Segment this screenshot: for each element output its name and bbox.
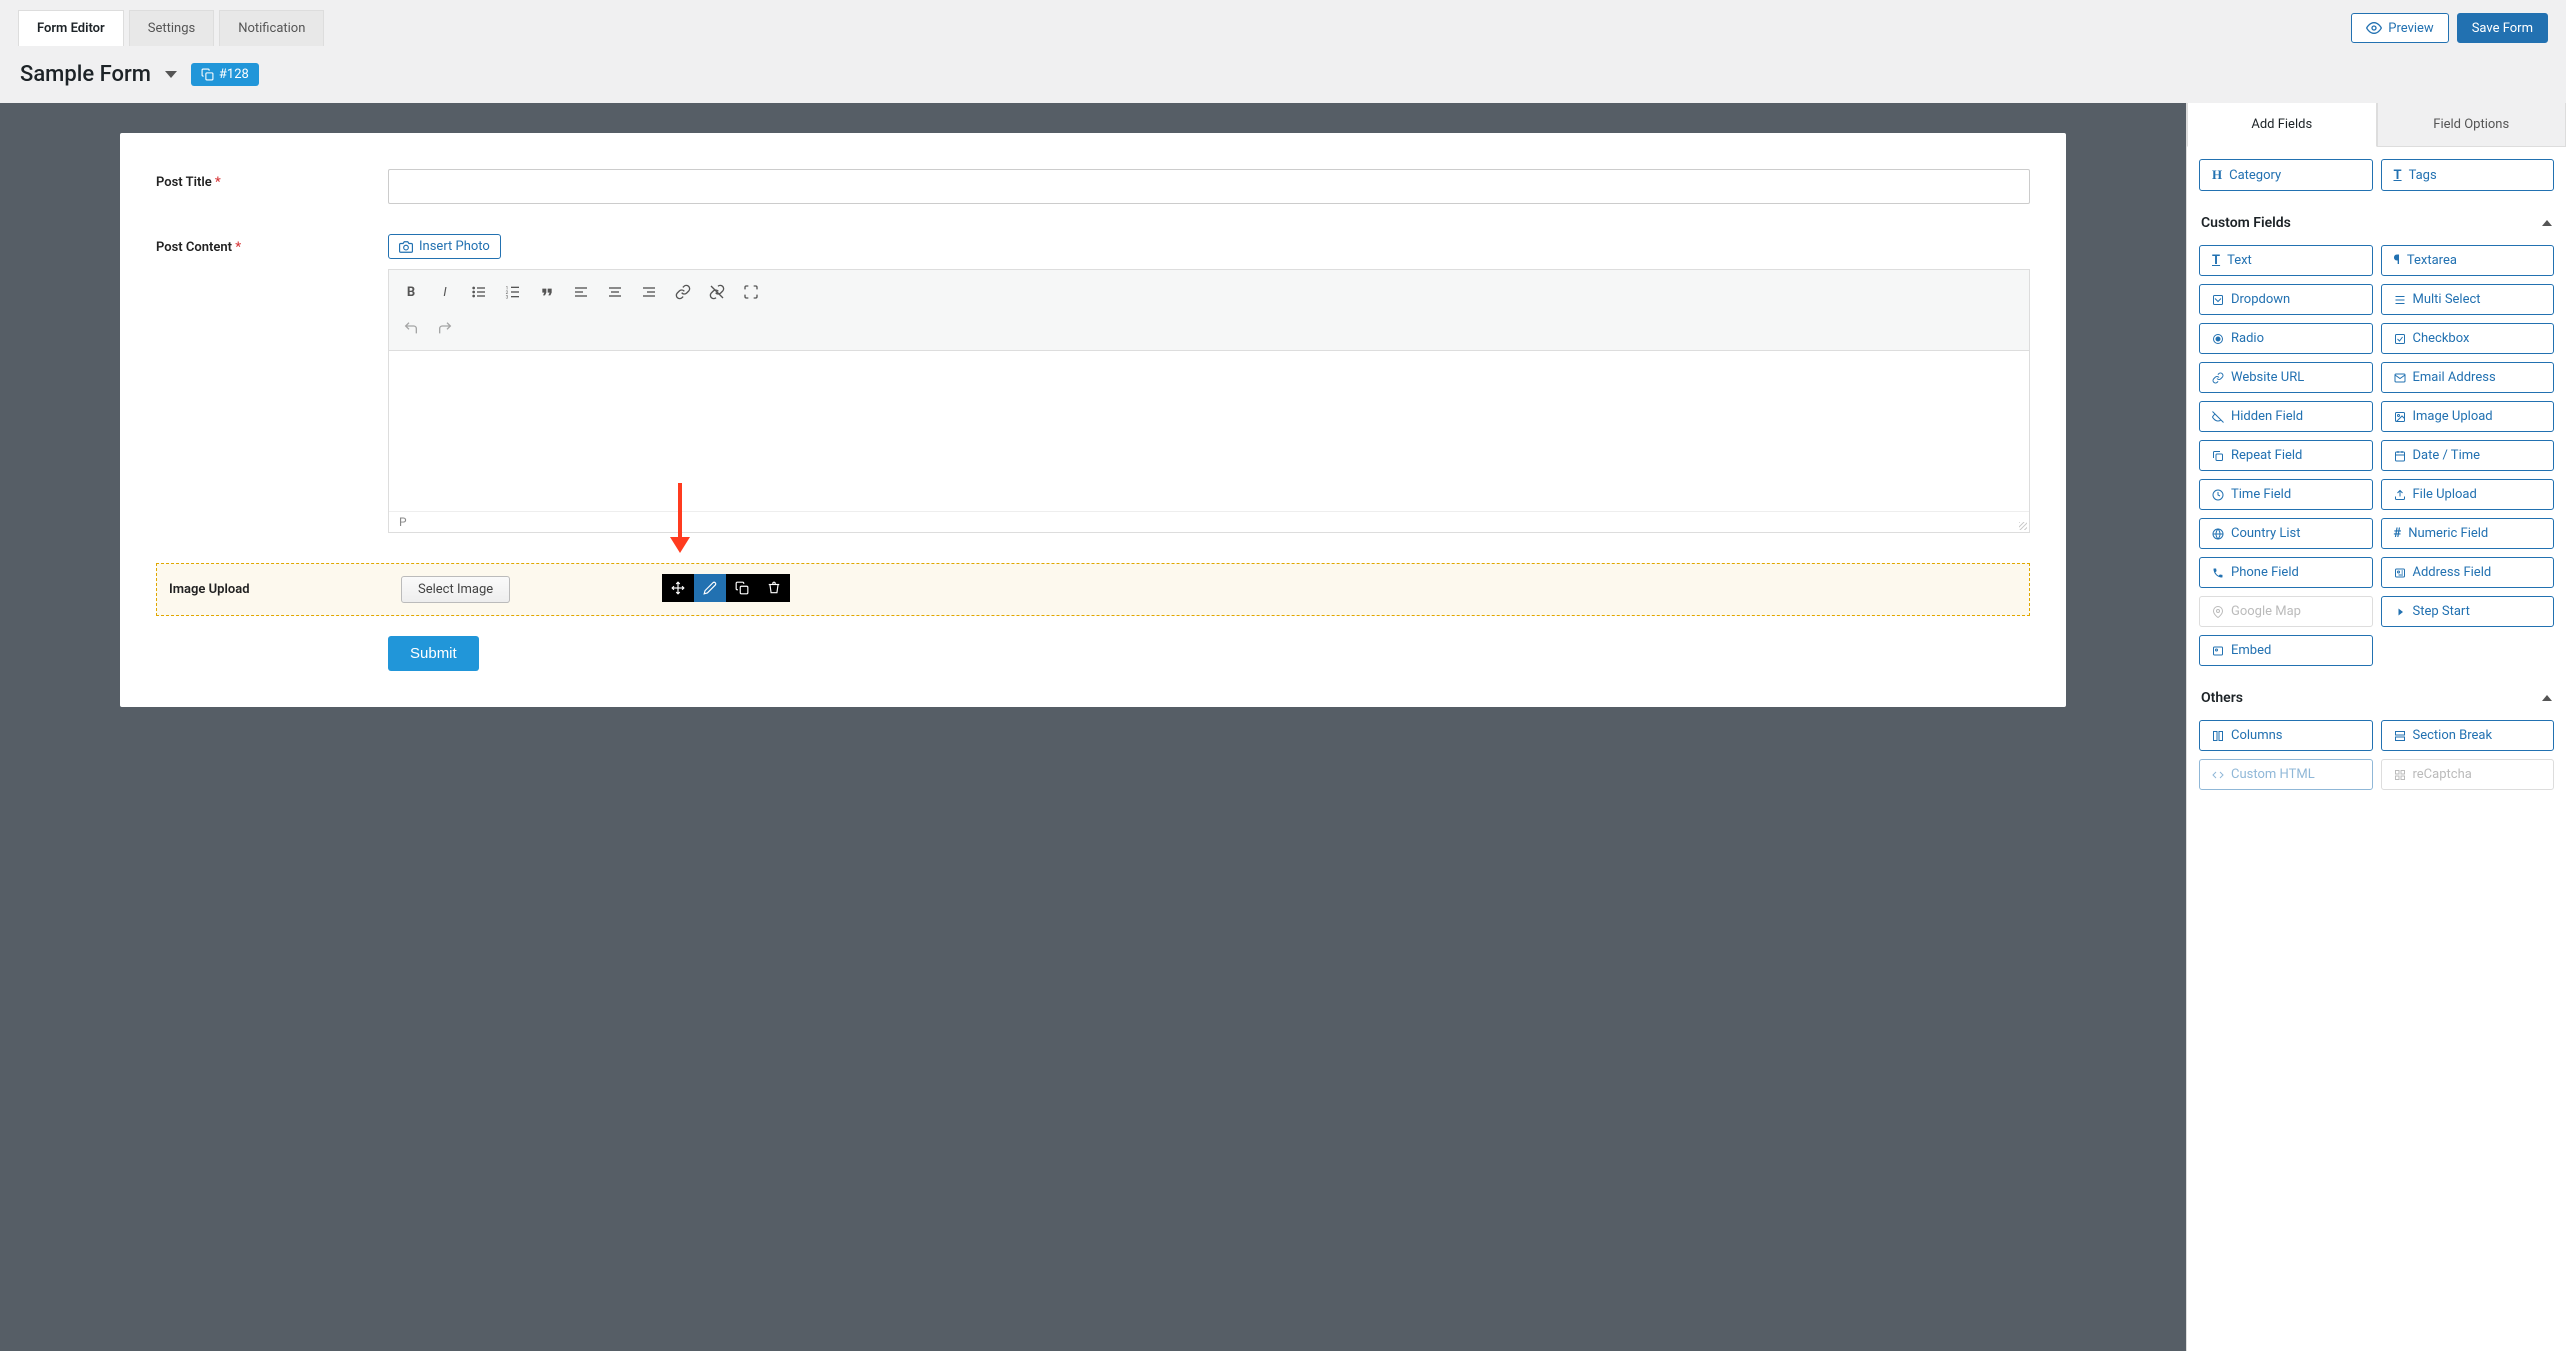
delete-tool[interactable] <box>758 574 790 602</box>
field-toolbar <box>662 574 790 602</box>
post-title-field: Post Title * <box>156 169 2030 204</box>
unlink-button[interactable] <box>701 276 733 308</box>
field-hidden[interactable]: Hidden Field <box>2199 401 2373 432</box>
field-checkbox[interactable]: Checkbox <box>2381 323 2555 354</box>
preview-button[interactable]: Preview <box>2351 13 2448 43</box>
field-dropdown[interactable]: Dropdown <box>2199 284 2373 315</box>
form-id-badge[interactable]: #128 <box>191 63 259 86</box>
field-time[interactable]: Time Field <box>2199 479 2373 510</box>
svg-text:3: 3 <box>506 295 509 300</box>
field-url[interactable]: Website URL <box>2199 362 2373 393</box>
link-button[interactable] <box>667 276 699 308</box>
field-embed[interactable]: Embed <box>2199 635 2373 666</box>
custom-fields-section-toggle[interactable]: Custom Fields <box>2199 207 2554 245</box>
field-step-start[interactable]: Step Start <box>2381 596 2555 627</box>
required-marker: * <box>215 175 221 190</box>
sidebar: Add Fields Field Options HCategory TTags… <box>2186 103 2566 1351</box>
field-repeat[interactable]: Repeat Field <box>2199 440 2373 471</box>
field-custom-html[interactable]: Custom HTML <box>2199 759 2373 790</box>
post-content-label: Post Content <box>156 240 232 255</box>
form-title: Sample Form <box>20 62 151 87</box>
post-title-input[interactable] <box>388 169 2030 204</box>
others-section-toggle[interactable]: Others <box>2199 682 2554 720</box>
insert-photo-button[interactable]: Insert Photo <box>388 234 501 259</box>
field-country[interactable]: Country List <box>2199 518 2373 549</box>
field-columns[interactable]: Columns <box>2199 720 2373 751</box>
tab-notification[interactable]: Notification <box>219 10 324 46</box>
field-address[interactable]: Address Field <box>2381 557 2555 588</box>
post-title-label: Post Title <box>156 175 212 190</box>
bold-button[interactable]: B <box>395 276 427 308</box>
eye-icon <box>2366 20 2382 36</box>
editor-path: P <box>389 511 2029 532</box>
field-phone[interactable]: Phone Field <box>2199 557 2373 588</box>
select-image-button[interactable]: Select Image <box>401 576 510 603</box>
field-numeric[interactable]: #Numeric Field <box>2381 518 2555 549</box>
duplicate-tool[interactable] <box>726 574 758 602</box>
insert-photo-label: Insert Photo <box>419 239 490 254</box>
image-upload-label: Image Upload <box>169 582 401 597</box>
field-datetime[interactable]: Date / Time <box>2381 440 2555 471</box>
editor-textarea[interactable] <box>389 351 2029 511</box>
preview-label: Preview <box>2388 21 2433 36</box>
redo-button[interactable] <box>429 312 461 344</box>
chevron-down-icon[interactable] <box>165 71 177 78</box>
numbered-list-button[interactable]: 123 <box>497 276 529 308</box>
add-fields-tab[interactable]: Add Fields <box>2187 103 2377 147</box>
tab-form-editor[interactable]: Form Editor <box>18 10 124 46</box>
tab-settings[interactable]: Settings <box>129 10 214 46</box>
field-email[interactable]: Email Address <box>2381 362 2555 393</box>
image-upload-field[interactable]: Image Upload Select Image <box>156 563 2030 616</box>
editor-toolbar: B I 123 <box>389 270 2029 351</box>
form-id-text: #128 <box>219 67 249 82</box>
field-text[interactable]: TText <box>2199 245 2373 276</box>
form-canvas: Post Title * Post Content * Insert Photo… <box>0 103 2186 1351</box>
chevron-up-icon <box>2542 695 2552 701</box>
field-radio[interactable]: Radio <box>2199 323 2373 354</box>
align-left-button[interactable] <box>565 276 597 308</box>
field-image-upload[interactable]: Image Upload <box>2381 401 2555 432</box>
nav-tabs: Form Editor Settings Notification <box>18 10 329 46</box>
required-marker: * <box>235 240 241 255</box>
save-form-button[interactable]: Save Form <box>2457 13 2548 43</box>
field-options-tab[interactable]: Field Options <box>2377 103 2566 147</box>
bullet-list-button[interactable] <box>463 276 495 308</box>
camera-icon <box>399 240 413 254</box>
align-center-button[interactable] <box>599 276 631 308</box>
undo-button[interactable] <box>395 312 427 344</box>
chevron-up-icon <box>2542 220 2552 226</box>
field-textarea[interactable]: ¶Textarea <box>2381 245 2555 276</box>
italic-button[interactable]: I <box>429 276 461 308</box>
field-google-map: Google Map <box>2199 596 2373 627</box>
submit-button[interactable]: Submit <box>388 636 479 671</box>
field-tags[interactable]: TTags <box>2381 159 2555 191</box>
align-right-button[interactable] <box>633 276 665 308</box>
rich-text-editor: B I 123 <box>388 269 2030 533</box>
edit-tool[interactable] <box>694 574 726 602</box>
field-category[interactable]: HCategory <box>2199 159 2373 191</box>
post-content-field: Post Content * Insert Photo B I 123 <box>156 234 2030 533</box>
field-recaptcha: reCaptcha <box>2381 759 2555 790</box>
blockquote-button[interactable] <box>531 276 563 308</box>
field-multiselect[interactable]: Multi Select <box>2381 284 2555 315</box>
move-tool[interactable] <box>662 574 694 602</box>
field-section-break[interactable]: Section Break <box>2381 720 2555 751</box>
fullscreen-button[interactable] <box>735 276 767 308</box>
field-file[interactable]: File Upload <box>2381 479 2555 510</box>
copy-icon <box>201 68 214 81</box>
